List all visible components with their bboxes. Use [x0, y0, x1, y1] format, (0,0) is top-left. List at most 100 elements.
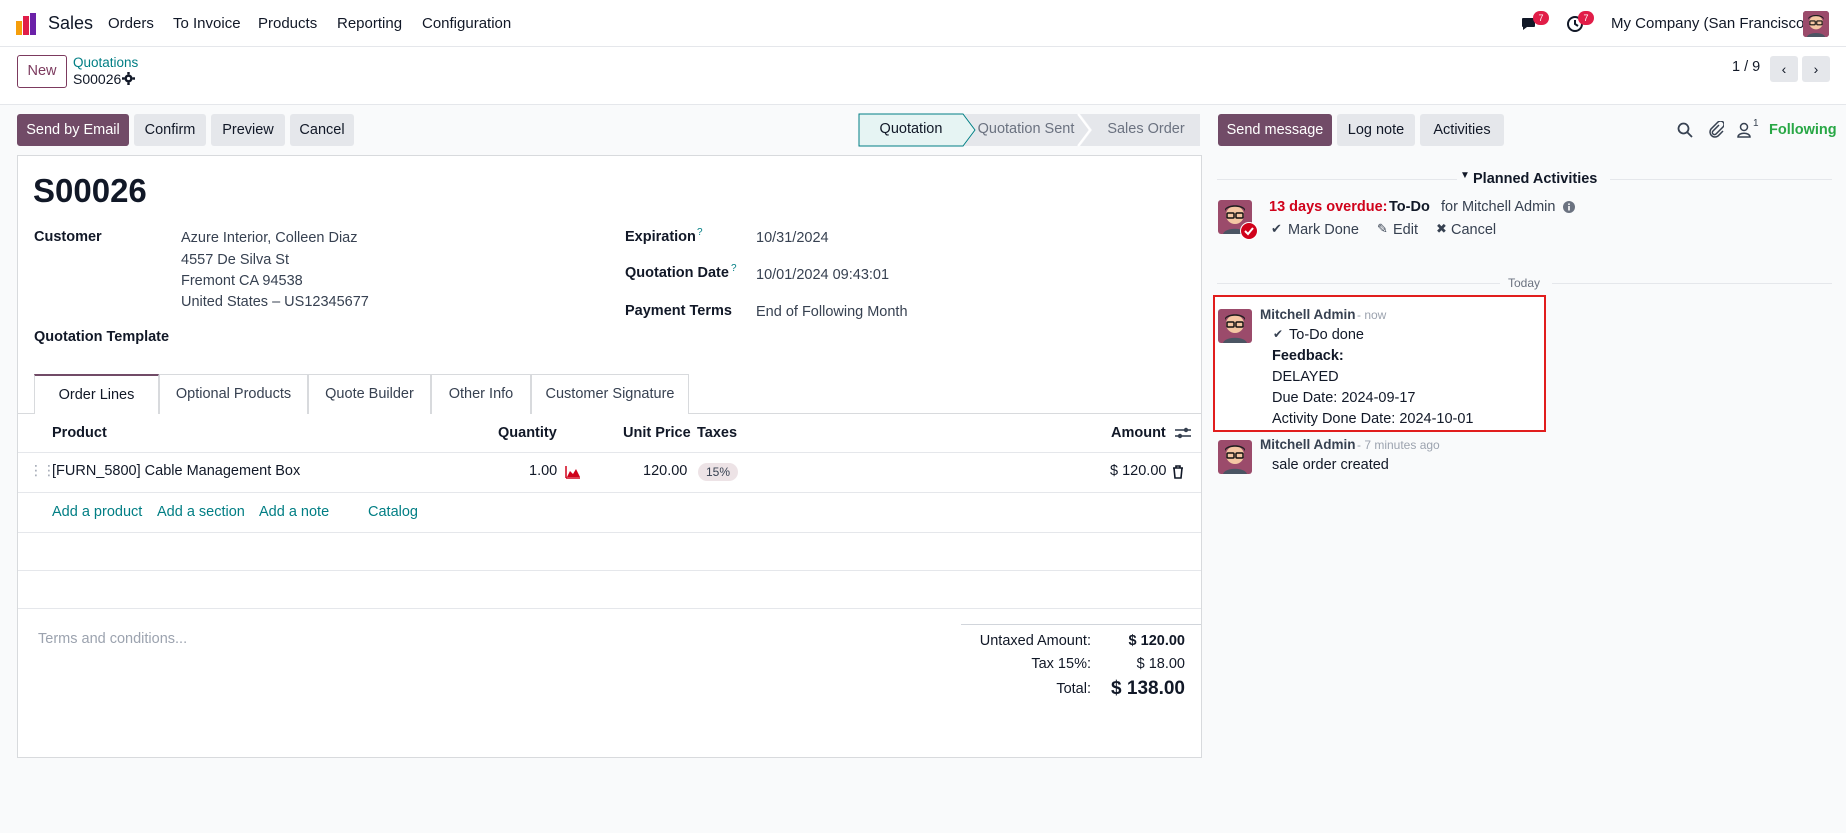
tab-optional-products[interactable]: Optional Products — [159, 374, 308, 414]
quotation-date-help-icon[interactable]: ? — [731, 263, 737, 274]
divider — [18, 532, 1201, 533]
quotation-date-value[interactable]: 10/01/2024 09:43:01 — [756, 267, 889, 283]
expiration-label: Expiration — [625, 229, 696, 245]
line-unit-price[interactable]: 120.00 — [643, 463, 687, 479]
today-separator: Today — [1508, 276, 1541, 290]
line-amount: $ 120.00 — [1110, 463, 1167, 479]
breadcrumb-current: S00026 — [73, 71, 122, 87]
payment-terms-value[interactable]: End of Following Month — [756, 304, 908, 320]
cancel-button[interactable]: Cancel — [290, 114, 354, 146]
activities-button[interactable]: Activities — [1420, 114, 1504, 146]
gear-icon[interactable] — [122, 72, 135, 85]
forecast-chart-icon[interactable] — [565, 465, 581, 479]
tab-customer-signature[interactable]: Customer Signature — [531, 374, 689, 414]
header-taxes[interactable]: Taxes — [697, 425, 737, 441]
totals-divider — [961, 624, 1201, 625]
menu-configuration[interactable]: Configuration — [422, 15, 511, 32]
divider — [18, 608, 1201, 609]
app-name[interactable]: Sales — [48, 13, 93, 34]
tab-order-lines[interactable]: Order Lines — [34, 374, 159, 414]
sales-app-icon[interactable] — [16, 13, 38, 35]
header-product[interactable]: Product — [52, 425, 107, 441]
table-row[interactable]: ⋮⋮ [FURN_5800] Cable Management Box 1.00… — [18, 453, 1201, 492]
column-settings-icon[interactable] — [1175, 426, 1191, 440]
search-icon[interactable] — [1677, 122, 1693, 138]
add-section-link[interactable]: Add a section — [157, 504, 245, 520]
send-message-button[interactable]: Send message — [1218, 114, 1332, 146]
user-avatar-icon — [1803, 11, 1829, 37]
control-panel: New Quotations S00026 1 / 9 ‹ › — [0, 47, 1846, 105]
cancel-activity-button[interactable]: Cancel — [1451, 222, 1496, 238]
tab-other-info[interactable]: Other Info — [431, 374, 531, 414]
activity-overdue: 13 days overdue: — [1269, 199, 1388, 215]
add-product-link[interactable]: Add a product — [52, 504, 142, 520]
quotation-date-label: Quotation Date — [625, 265, 729, 281]
activities-badge: 7 — [1578, 11, 1594, 25]
message-time: - 7 minutes ago — [1357, 438, 1440, 452]
customer-name[interactable]: Azure Interior, Colleen Diaz — [181, 230, 358, 246]
followers-icon[interactable] — [1737, 122, 1751, 138]
tab-quote-builder[interactable]: Quote Builder — [308, 374, 431, 414]
expiration-help-icon[interactable]: ? — [697, 227, 703, 238]
menu-products[interactable]: Products — [258, 15, 317, 32]
menu-reporting[interactable]: Reporting — [337, 15, 402, 32]
message-body: sale order created — [1272, 457, 1389, 473]
log-note-button[interactable]: Log note — [1337, 114, 1415, 146]
confirm-button[interactable]: Confirm — [134, 114, 206, 146]
top-navbar: Sales Orders To Invoice Products Reporti… — [0, 0, 1846, 47]
send-by-email-button[interactable]: Send by Email — [17, 114, 129, 146]
status-quotation-sent[interactable]: Quotation Sent — [972, 113, 1080, 147]
header-unit-price[interactable]: Unit Price — [623, 425, 691, 441]
trash-icon[interactable] — [1172, 465, 1184, 479]
mark-done-button[interactable]: Mark Done — [1288, 222, 1359, 238]
status-quotation[interactable]: Quotation — [859, 113, 963, 147]
followers-count: 1 — [1753, 118, 1759, 129]
todo-done-text: To-Do done — [1289, 327, 1364, 343]
chevron-left-icon: ‹ — [1781, 61, 1787, 77]
line-product[interactable]: [FURN_5800] Cable Management Box — [52, 463, 300, 479]
info-icon[interactable] — [1563, 201, 1575, 213]
divider — [1552, 283, 1832, 284]
untaxed-amount-value: $ 120.00 — [1128, 633, 1185, 649]
feedback-label: Feedback: — [1272, 348, 1344, 364]
mitchell-avatar-icon — [1218, 309, 1252, 343]
payment-terms-label: Payment Terms — [625, 303, 732, 319]
breadcrumb-quotations[interactable]: Quotations — [73, 55, 138, 70]
expiration-value[interactable]: 10/31/2024 — [756, 230, 829, 246]
edit-activity-button[interactable]: Edit — [1393, 222, 1418, 238]
header-amount[interactable]: Amount — [1111, 425, 1166, 441]
customer-street: 4557 De Silva St — [181, 252, 290, 268]
pager-next-button[interactable]: › — [1802, 56, 1830, 82]
mitchell-avatar-icon — [1218, 440, 1252, 474]
company-switcher[interactable]: My Company (San Francisco) — [1611, 15, 1809, 32]
status-sales-order[interactable]: Sales Order — [1090, 113, 1202, 147]
preview-button[interactable]: Preview — [211, 114, 285, 146]
pager-value[interactable]: 1 / 9 — [1732, 59, 1760, 75]
tax-tag[interactable]: 15% — [698, 463, 739, 481]
terms-conditions-input[interactable]: Terms and conditions... — [38, 631, 187, 647]
message-avatar[interactable] — [1218, 440, 1252, 474]
menu-orders[interactable]: Orders — [108, 15, 154, 32]
catalog-link[interactable]: Catalog — [368, 504, 418, 520]
user-avatar[interactable] — [1803, 11, 1829, 37]
feedback-text: DELAYED — [1272, 369, 1339, 385]
activity-done-date-text: Activity Done Date: 2024-10-01 — [1272, 411, 1474, 427]
quotation-template-label: Quotation Template — [34, 329, 170, 345]
divider — [1217, 179, 1457, 180]
pager-previous-button[interactable]: ‹ — [1770, 56, 1798, 82]
messages-badge: 7 — [1533, 11, 1549, 25]
header-quantity[interactable]: Quantity — [498, 425, 557, 441]
paperclip-icon[interactable] — [1708, 121, 1724, 138]
menu-to-invoice[interactable]: To Invoice — [173, 15, 241, 32]
line-quantity[interactable]: 1.00 — [529, 463, 557, 479]
message-avatar[interactable] — [1218, 309, 1252, 343]
total-value: $ 138.00 — [1111, 678, 1185, 699]
new-button[interactable]: New — [17, 55, 67, 88]
untaxed-amount-label: Untaxed Amount: — [979, 633, 1091, 649]
following-button[interactable]: Following — [1769, 122, 1837, 138]
message-author[interactable]: Mitchell Admin — [1260, 307, 1356, 322]
planned-activities-heading[interactable]: Planned Activities — [1473, 171, 1597, 187]
message-author[interactable]: Mitchell Admin — [1260, 437, 1356, 452]
caret-down-icon[interactable]: ▼ — [1460, 170, 1470, 181]
add-note-link[interactable]: Add a note — [259, 504, 329, 520]
